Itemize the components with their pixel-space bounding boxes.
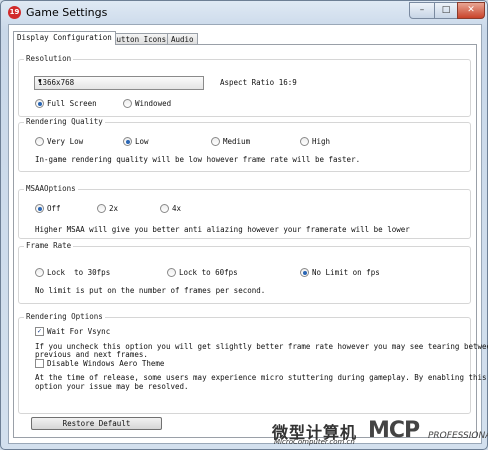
dialog-client: Display Configuration Button Icons Audio… [8,24,488,444]
vsync-checkbox[interactable]: ✓ [35,327,44,336]
minimize-button[interactable]: – [409,2,435,19]
maximize-button[interactable]: □ [434,2,458,19]
watermark-professional: PROFESSIONAL [428,431,488,441]
fps-lock-60-label[interactable]: Lock to 60fps [179,268,238,277]
vsync-label[interactable]: Wait For Vsync [47,327,110,336]
quality-low-label[interactable]: Low [135,137,149,146]
full-screen-label[interactable]: Full Screen [47,99,97,108]
windowed-label[interactable]: Windowed [135,99,171,108]
frame-rate-legend: Frame Rate [24,241,74,250]
quality-high-label[interactable]: High [312,137,330,146]
vsync-description-line2: previous and next frames. [35,350,148,359]
frame-rate-description: No limit is put on the number of frames … [35,286,266,295]
full-screen-radio[interactable] [35,99,44,108]
resolution-legend: Resolution [24,54,74,63]
close-button[interactable]: ✕ [457,2,485,19]
app-icon: 19 [8,6,21,19]
quality-very-low-label[interactable]: Very Low [47,137,83,146]
checkmark-icon: ✓ [37,327,42,335]
quality-medium-radio[interactable] [211,137,220,146]
frame-rate-group: Frame Rate Lock to 30fps Lock to 60fps N… [18,241,471,304]
window-title: Game Settings [26,6,108,19]
resolution-dropdown[interactable]: 1366x768 ▼ [34,76,204,90]
disable-aero-label[interactable]: Disable Windows Aero Theme [47,359,164,368]
msaa-group: MSAAOptions Off 2x 4x Higher MSAA will g… [18,184,471,239]
rendering-quality-group: Rendering Quality Very Low Low Medium Hi… [18,117,471,172]
quality-description: In-game rendering quality will be low ho… [35,155,361,164]
fps-no-limit-label[interactable]: No Limit on fps [312,268,380,277]
msaa-off-radio[interactable] [35,204,44,213]
watermark-logo: MCP [368,418,420,443]
quality-very-low-radio[interactable] [35,137,44,146]
aspect-ratio-label: Aspect Ratio 16:9 [220,78,297,87]
quality-medium-label[interactable]: Medium [223,137,250,146]
fps-lock-30-label[interactable]: Lock to 30fps [47,268,110,277]
watermark-english-text: MicroComputer.com.cn [274,438,355,446]
rendering-options-group: Rendering Options ✓ Wait For Vsync If yo… [18,312,488,414]
title-bar[interactable]: 19 Game Settings – □ ✕ [1,1,487,25]
rendering-quality-legend: Rendering Quality [24,117,105,126]
msaa-legend: MSAAOptions [24,184,78,193]
magazine-watermark: 微型计算机 MicroComputer.com.cn MCP PROFESSIO… [268,418,488,447]
chevron-down-icon: ▼ [38,78,42,85]
tab-display-configuration[interactable]: Display Configuration [13,31,116,45]
msaa-2x-label[interactable]: 2x [109,204,118,213]
fps-lock-60-radio[interactable] [167,268,176,277]
aero-description-line2: option your issue may be resolved. [35,382,189,391]
rendering-options-legend: Rendering Options [24,312,105,321]
fps-lock-30-radio[interactable] [35,268,44,277]
msaa-description: Higher MSAA will give you better anti al… [35,225,410,234]
msaa-4x-label[interactable]: 4x [172,204,181,213]
restore-default-button[interactable]: Restore Default [31,417,162,430]
msaa-4x-radio[interactable] [160,204,169,213]
resolution-group: Resolution 1366x768 ▼ Aspect Ratio 16:9 … [18,54,471,117]
windowed-radio[interactable] [123,99,132,108]
game-settings-window: 19 Game Settings – □ ✕ Display Configura… [0,0,488,450]
msaa-2x-radio[interactable] [97,204,106,213]
disable-aero-checkbox[interactable] [35,359,44,368]
fps-no-limit-radio[interactable] [300,268,309,277]
aero-description-line1: At the time of release, some users may e… [35,373,487,382]
quality-low-radio[interactable] [123,137,132,146]
quality-high-radio[interactable] [300,137,309,146]
msaa-off-label[interactable]: Off [47,204,61,213]
display-configuration-panel: Resolution 1366x768 ▼ Aspect Ratio 16:9 … [13,44,488,438]
